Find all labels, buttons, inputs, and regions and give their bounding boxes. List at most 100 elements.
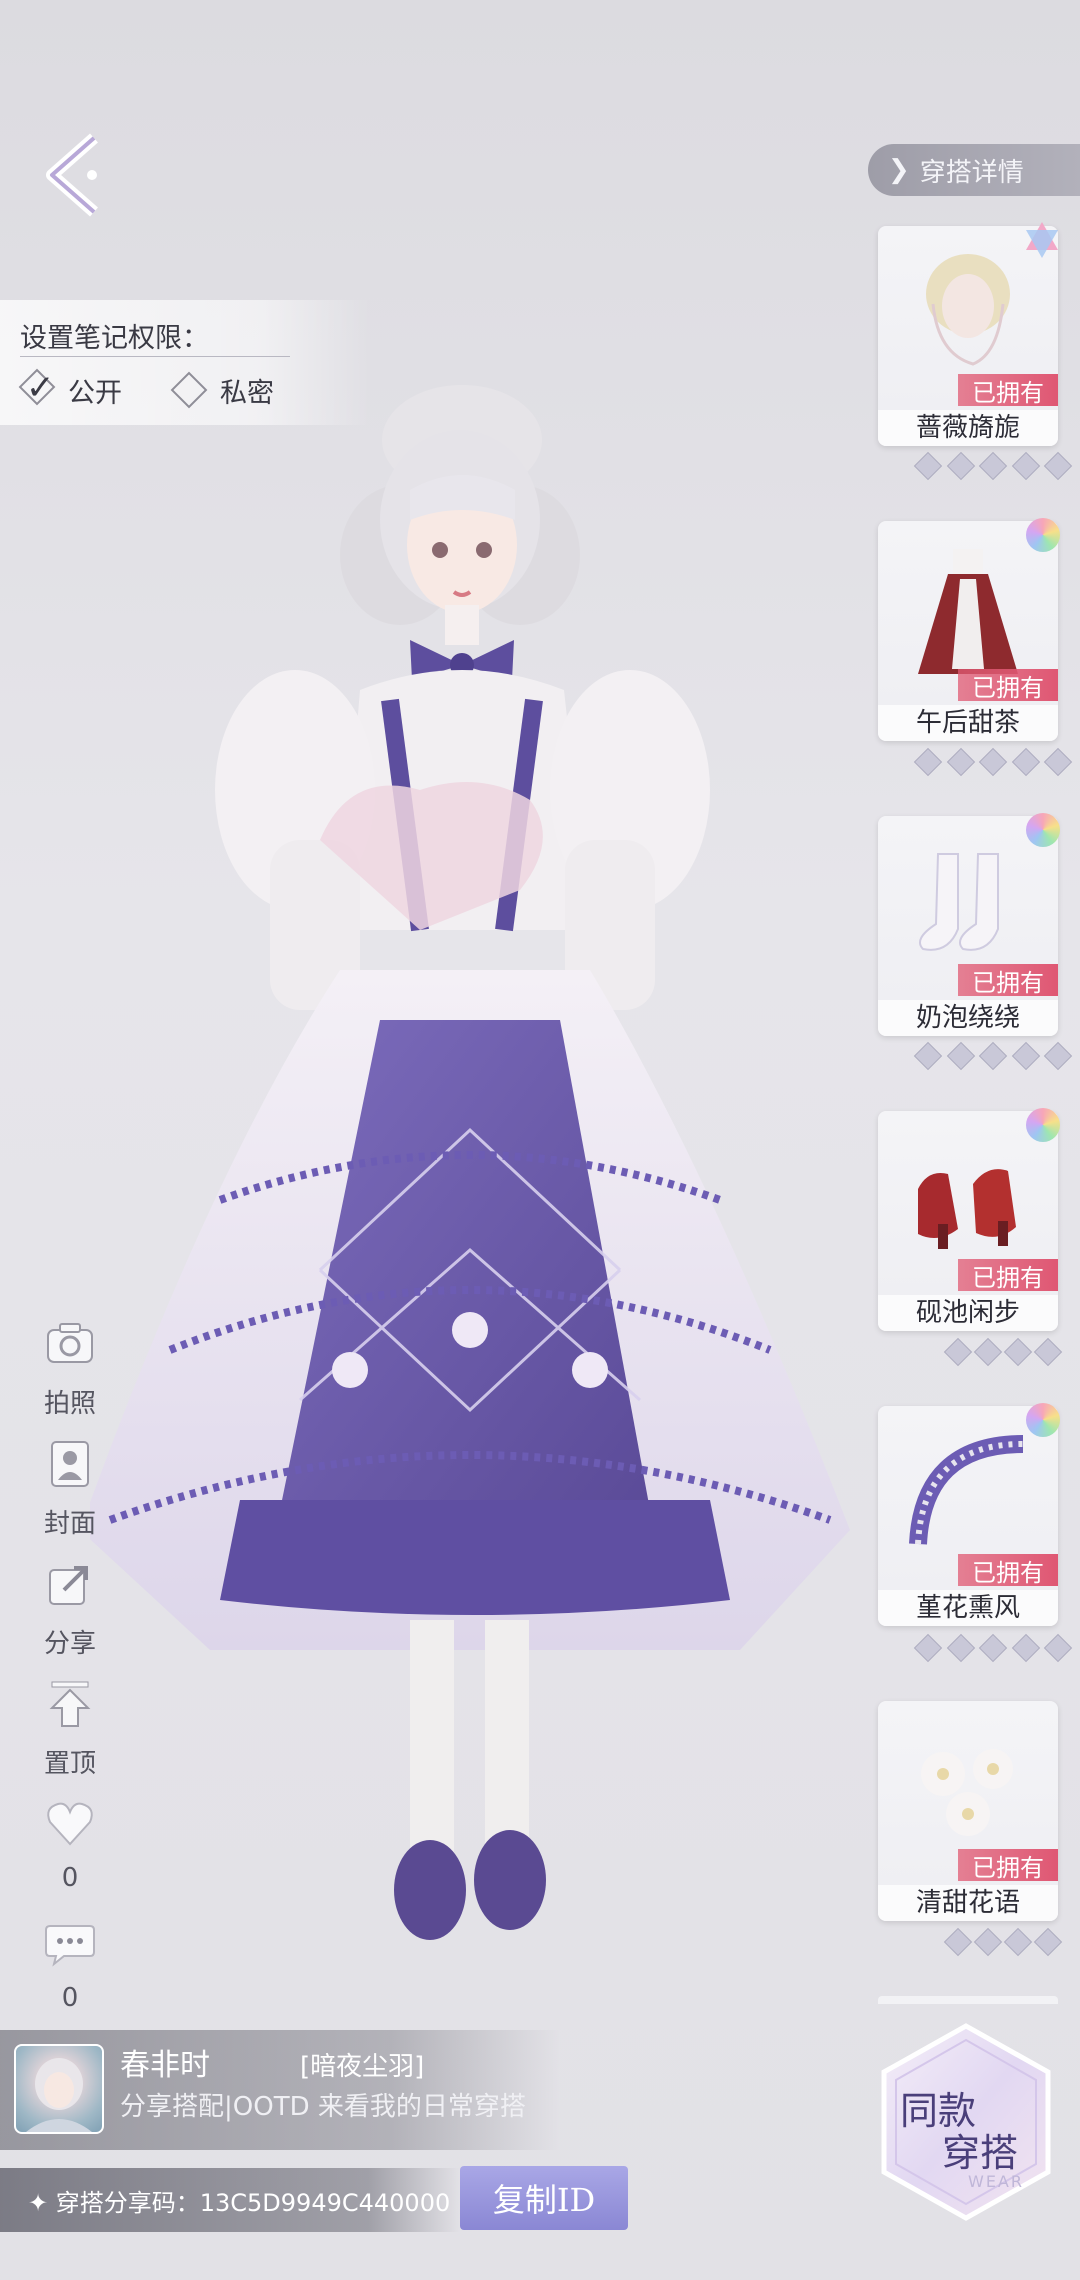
owned-badge: 已拥有 — [958, 1849, 1058, 1882]
hair-thumbnail — [926, 254, 1010, 366]
star-icon — [1011, 1041, 1040, 1071]
hair-flower-thumbnail — [921, 1749, 1013, 1836]
star-icon — [1011, 1633, 1040, 1663]
star-icon — [943, 1927, 973, 1957]
owned-badge: 已拥有 — [958, 374, 1058, 407]
star-icon — [978, 451, 1008, 481]
star-rating — [943, 1927, 1063, 1958]
checkmark-icon: ✓ — [26, 367, 55, 408]
star-icon — [978, 747, 1008, 777]
same-outfit-button[interactable]: 同款 穿搭 WEAR — [876, 2022, 1056, 2222]
avatar[interactable] — [14, 2044, 104, 2134]
star-icon — [913, 1041, 943, 1071]
outfit-details-button[interactable]: ❯ 穿搭详情 — [868, 144, 1080, 196]
share-icon — [49, 1566, 88, 1605]
cover-portrait-icon — [51, 1441, 89, 1487]
comment-button[interactable]: 0 — [30, 1918, 110, 2013]
post-description: 分享搭配|OOTD 来看我的日常穿搭 — [120, 2092, 526, 2122]
pin-top-icon — [49, 1681, 91, 1727]
permission-private-label: 私密 — [220, 377, 274, 409]
rainbow-badge-icon — [1026, 1108, 1060, 1142]
star-rating — [913, 1041, 1073, 1072]
item-name: 蔷薇旖旎 — [878, 410, 1058, 446]
item-name: 堇花熏风 — [878, 1590, 1058, 1626]
owned-badge: 已拥有 — [958, 1554, 1058, 1587]
star-icon — [973, 1337, 1003, 1367]
share-code-text: ✦ 穿搭分享码：13C5D9949C440000 — [28, 2188, 451, 2217]
star-icon — [1003, 1927, 1033, 1957]
chevron-right-icon: ❯ — [888, 155, 910, 185]
star-icon — [1033, 1337, 1063, 1367]
headband-thumbnail — [909, 1435, 1024, 1545]
rainbow-badge-icon — [1026, 518, 1060, 552]
user-title-tag: [暗夜尘羽] — [300, 2052, 425, 2082]
star-icon — [913, 451, 943, 481]
share-code-bar: ✦ 穿搭分享码：13C5D9949C440000 — [0, 2168, 460, 2232]
username[interactable]: 春非时 — [120, 2040, 210, 2084]
star-rating — [913, 451, 1073, 482]
share-button[interactable]: 分享 — [30, 1558, 110, 1660]
permission-private-option[interactable]: 私密 — [170, 370, 274, 410]
star-icon — [946, 1041, 975, 1071]
star-badge-icon — [1026, 222, 1058, 258]
avatar-portrait — [26, 2058, 92, 2132]
like-button[interactable]: 0 — [30, 1798, 110, 1893]
item-card[interactable]: 已拥有 清甜花语 — [878, 1701, 1058, 1921]
star-rating — [913, 747, 1073, 778]
share-label: 分享 — [43, 1629, 96, 1659]
camera-icon — [47, 1323, 93, 1363]
item-name: 奶泡绕绕 — [878, 1000, 1058, 1036]
like-count: 0 — [61, 1863, 79, 1893]
star-icon — [1043, 747, 1073, 777]
star-icon — [913, 1633, 943, 1663]
same-outfit-line2: 穿搭 — [942, 2131, 1019, 2175]
back-chevron-icon — [46, 133, 98, 217]
copy-id-button[interactable]: 复制ID — [460, 2166, 628, 2230]
item-name: 午后甜茶 — [878, 705, 1058, 741]
item-card[interactable]: 已拥有 奶泡绕绕 — [878, 816, 1058, 1036]
star-icon — [943, 1337, 973, 1367]
heart-icon — [47, 1802, 93, 1846]
star-icon — [1043, 1633, 1073, 1663]
owned-badge: 已拥有 — [958, 964, 1058, 997]
permission-panel: 设置笔记权限： ✓ 公开 私密 — [0, 300, 370, 425]
item-card[interactable]: 已拥有 堇花熏风 — [878, 1406, 1058, 1626]
star-icon — [1033, 1927, 1063, 1957]
cover-label: 封面 — [43, 1509, 96, 1539]
permission-public-option[interactable]: ✓ 公开 — [18, 367, 122, 410]
item-name: 清甜花语 — [878, 1885, 1058, 1921]
permission-public-label: 公开 — [68, 377, 122, 409]
star-icon — [1011, 747, 1040, 777]
dress-thumbnail — [918, 549, 1018, 674]
item-card[interactable]: 已拥有 午后甜茶 — [878, 521, 1058, 741]
item-card-partial — [878, 1996, 1058, 2004]
permission-title: 设置笔记权限： — [20, 323, 209, 354]
item-card[interactable]: 已拥有 砚池闲步 — [878, 1111, 1058, 1331]
star-icon — [946, 747, 975, 777]
comment-icon — [45, 1925, 95, 1967]
checkbox-icon — [170, 371, 208, 409]
star-icon — [978, 1041, 1008, 1071]
star-icon — [1043, 451, 1073, 481]
rainbow-badge-icon — [1026, 1403, 1060, 1437]
star-rating — [913, 1633, 1073, 1664]
cover-button[interactable]: 封面 — [30, 1438, 110, 1540]
pin-top-label: 置顶 — [43, 1749, 96, 1779]
socks-thumbnail — [919, 853, 999, 951]
character-illustration — [90, 385, 850, 1940]
divider — [20, 356, 290, 357]
back-button[interactable] — [36, 130, 116, 220]
star-icon — [978, 1633, 1008, 1663]
photo-label: 拍照 — [43, 1389, 96, 1419]
star-icon — [946, 451, 975, 481]
pin-top-button[interactable]: 置顶 — [30, 1678, 110, 1780]
star-rating — [943, 1337, 1063, 1368]
item-name: 砚池闲步 — [878, 1295, 1058, 1331]
rainbow-badge-icon — [1026, 813, 1060, 847]
outfit-details-label: 穿搭详情 — [919, 157, 1024, 188]
post-info-bar: 春非时 [暗夜尘羽] 分享搭配|OOTD 来看我的日常穿搭 — [0, 2030, 560, 2150]
star-icon — [973, 1927, 1003, 1957]
comment-count: 0 — [61, 1983, 79, 2013]
owned-badge: 已拥有 — [958, 1259, 1058, 1292]
photo-button[interactable]: 拍照 — [30, 1318, 110, 1420]
